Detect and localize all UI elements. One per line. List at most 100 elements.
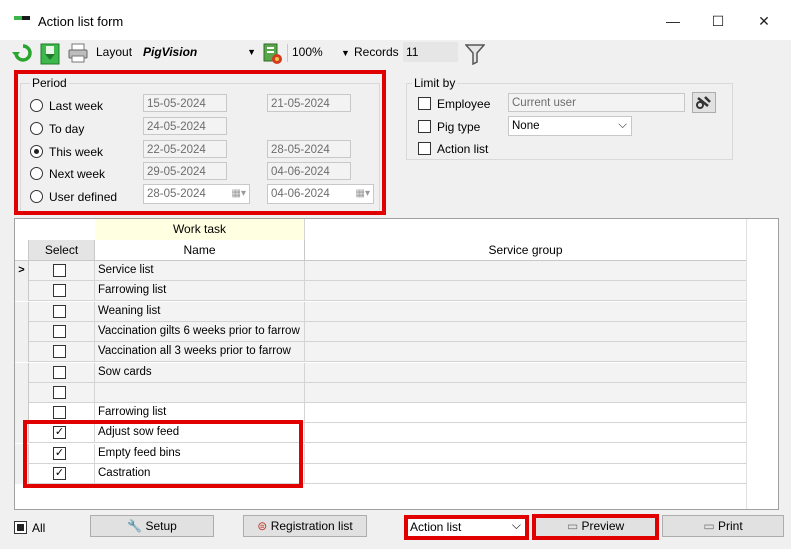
grid-right-space: [746, 219, 778, 509]
records-count-box: 11: [403, 42, 458, 62]
app-icon: [14, 16, 30, 20]
row-header[interactable]: [15, 342, 29, 363]
layout-select[interactable]: PigVision ▼: [140, 42, 258, 62]
select-cell: [29, 382, 95, 402]
save-icon[interactable]: [40, 43, 60, 68]
service-group-cell[interactable]: [305, 423, 746, 442]
refresh-icon[interactable]: [12, 43, 34, 66]
registration-list-button[interactable]: ⊜ Registration list: [243, 515, 367, 537]
grid-corner-spacer: [15, 219, 95, 240]
setup-label: Setup: [145, 519, 177, 533]
service-group-cell[interactable]: [305, 342, 746, 361]
select-cell: [29, 261, 95, 280]
layout-value: PigVision: [143, 45, 198, 59]
maximize-button[interactable]: ☐: [695, 8, 741, 34]
setup-button[interactable]: 🔧 Setup: [90, 515, 214, 537]
service-group-cell[interactable]: [305, 444, 746, 463]
pig-type-select[interactable]: None ⌵: [508, 116, 632, 136]
row-header[interactable]: [15, 382, 29, 403]
export-icon[interactable]: [262, 43, 284, 68]
table-row[interactable]: > Service list: [15, 261, 746, 281]
layout-label: Layout: [96, 45, 133, 59]
column-header-row: Select Name Service group: [15, 240, 746, 261]
print-icon[interactable]: [68, 43, 88, 66]
service-group-cell[interactable]: [305, 322, 746, 341]
service-group-cell[interactable]: [305, 403, 746, 422]
table-row[interactable]: [15, 382, 746, 403]
row-header[interactable]: >: [15, 261, 29, 281]
employee-checkbox[interactable]: [418, 97, 431, 110]
row-header[interactable]: [15, 362, 29, 383]
list-icon: ⊜: [257, 519, 268, 533]
name-cell[interactable]: Sow cards: [95, 362, 305, 382]
name-cell[interactable]: Weaning list: [95, 301, 305, 321]
key-icon: [696, 96, 711, 109]
pig-type-checkbox[interactable]: [418, 120, 431, 133]
minimize-button[interactable]: —: [650, 8, 696, 34]
filter-icon[interactable]: [464, 43, 486, 68]
indeterminate-mark: [17, 524, 24, 531]
printer-icon: ▭: [703, 519, 715, 533]
zoom-value[interactable]: 100%: [292, 45, 323, 59]
select-cell: [29, 342, 95, 362]
select-checkbox[interactable]: [53, 324, 66, 338]
name-cell[interactable]: [95, 382, 305, 402]
all-checkbox[interactable]: [14, 521, 27, 534]
service-group-cell[interactable]: [305, 363, 746, 382]
pig-type-value: None: [512, 120, 540, 132]
records-value: 11: [406, 45, 419, 59]
limit-title: Limit by: [412, 76, 458, 90]
band-header-work-task: Work task: [95, 219, 305, 240]
name-cell[interactable]: Farrowing list: [95, 281, 305, 301]
select-checkbox[interactable]: [53, 345, 66, 359]
close-button[interactable]: ✕: [741, 8, 787, 34]
pig-type-label: Pig type: [437, 120, 481, 134]
service-group-cell[interactable]: [305, 464, 746, 483]
wrench-icon: 🔧: [127, 519, 143, 533]
registration-label: Registration list: [270, 519, 353, 533]
checked-rows-highlight: [23, 420, 303, 488]
table-row[interactable]: Farrowing list: [15, 281, 746, 302]
column-header-name[interactable]: Name: [95, 240, 305, 260]
table-row[interactable]: Vaccination gilts 6 weeks prior to farro…: [15, 321, 746, 342]
chevron-down-icon: ▼: [247, 47, 256, 57]
select-checkbox[interactable]: [53, 365, 66, 379]
row-header[interactable]: [15, 281, 29, 302]
chevron-down-icon: ⌵: [618, 119, 627, 131]
select-checkbox[interactable]: [53, 406, 66, 420]
service-group-cell[interactable]: [305, 302, 746, 321]
select-cell: [29, 362, 95, 382]
print-button[interactable]: ▭ Print: [662, 515, 784, 537]
service-group-cell[interactable]: [305, 261, 746, 280]
zoom-chevron-down-icon[interactable]: ▼: [341, 48, 350, 58]
row-header-corner: [15, 240, 29, 260]
service-group-cell[interactable]: [305, 383, 746, 402]
select-checkbox[interactable]: [53, 284, 66, 298]
action-list-label: Action list: [437, 142, 489, 156]
select-cell: [29, 301, 95, 321]
window-title: Action list form: [38, 14, 124, 29]
key-button[interactable]: [692, 92, 716, 113]
select-checkbox[interactable]: [53, 264, 66, 277]
select-checkbox[interactable]: [53, 385, 66, 399]
print-label: Print: [718, 519, 743, 533]
employee-field[interactable]: Current user: [508, 93, 685, 112]
name-cell[interactable]: Vaccination all 3 weeks prior to farrow: [95, 342, 305, 362]
select-checkbox[interactable]: [53, 304, 66, 318]
table-row[interactable]: Vaccination all 3 weeks prior to farrow: [15, 342, 746, 363]
select-cell: [29, 321, 95, 341]
preview-highlight: [532, 514, 659, 540]
row-header[interactable]: [15, 321, 29, 342]
column-header-service-group[interactable]: Service group: [305, 240, 746, 260]
column-header-select[interactable]: Select: [29, 240, 95, 260]
name-cell[interactable]: Vaccination gilts 6 weeks prior to farro…: [95, 321, 305, 341]
service-group-cell[interactable]: [305, 281, 746, 300]
table-row[interactable]: Sow cards: [15, 362, 746, 383]
name-cell[interactable]: Service list: [95, 261, 305, 280]
action-select-highlight: [404, 515, 529, 540]
table-row[interactable]: Weaning list: [15, 301, 746, 322]
employee-label: Employee: [437, 97, 491, 111]
row-header[interactable]: [15, 301, 29, 322]
select-cell: [29, 281, 95, 301]
action-list-checkbox[interactable]: [418, 142, 431, 155]
